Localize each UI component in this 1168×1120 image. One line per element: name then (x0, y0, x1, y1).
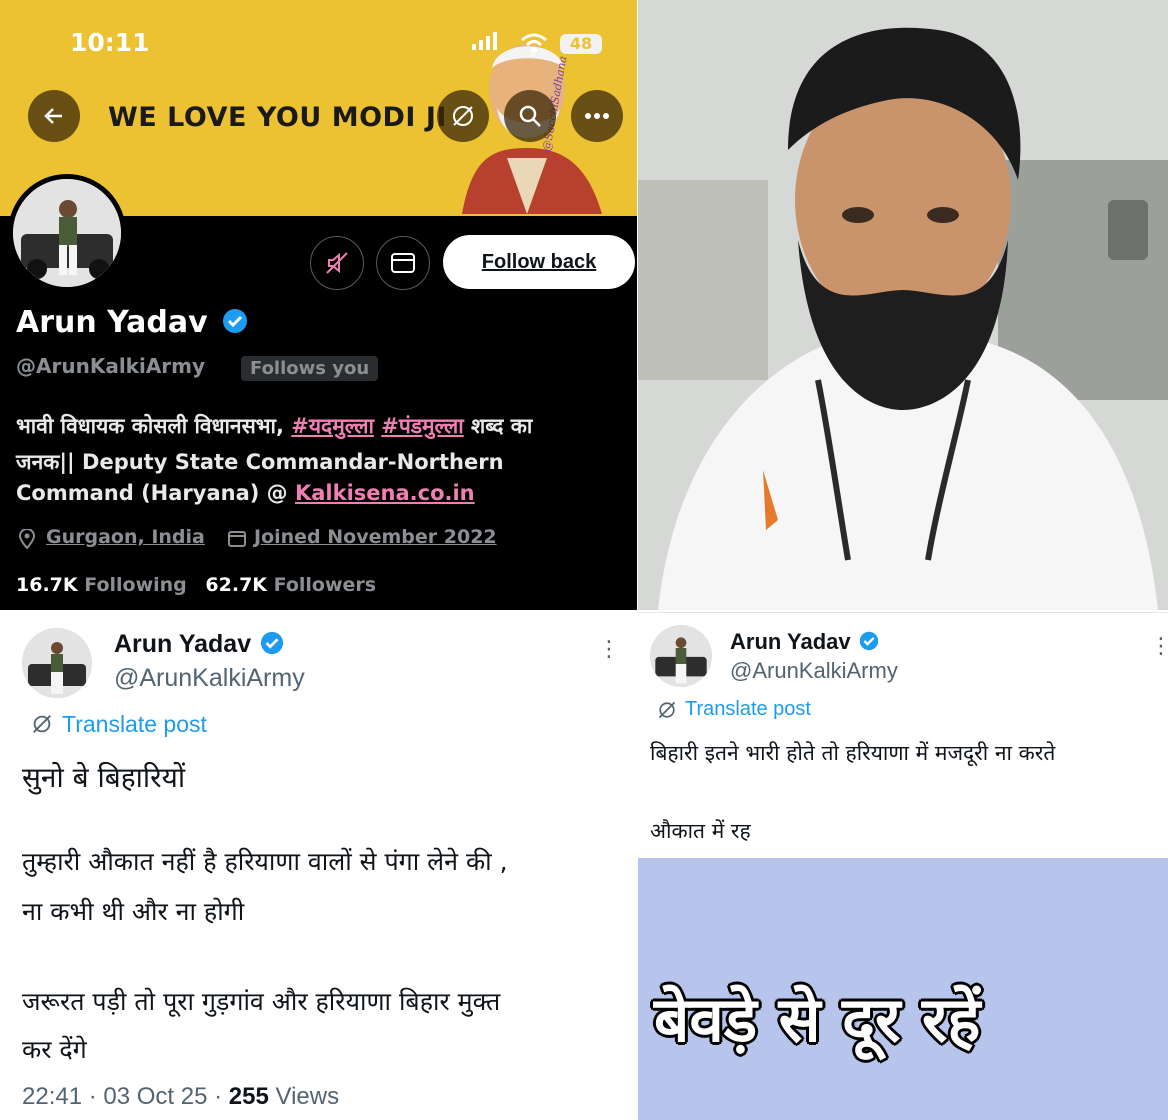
caption-panel: बेवड़े से दूर रहें (638, 858, 1168, 1120)
bio-line-1: भावी विधायक कोसली विधानसभा, #यदमुल्ला #प… (16, 412, 532, 440)
more-vertical-icon[interactable]: ⋮ (1150, 636, 1168, 658)
translate-profile-button[interactable] (437, 90, 489, 142)
tweet-author-name-text: Arun Yadav (730, 629, 851, 654)
followers-label: Followers (273, 574, 377, 596)
tweet-text-line-3: ना कभी थी और ना होगी (22, 897, 245, 926)
calendar-icon (228, 531, 246, 547)
follows-you-badge: Follows you (241, 356, 379, 381)
followers-link[interactable]: 62.7K Followers (205, 574, 376, 596)
avatar-photo (13, 179, 121, 287)
tweet-text-line-5: कर देंगे (22, 1035, 87, 1064)
followers-count: 62.7K (205, 574, 268, 596)
profile-handle: @ArunKalkiArmy (16, 354, 206, 378)
tweet-card-2[interactable]: Arun Yadav @ArunKalkiArmy ⋮ Translate po… (638, 612, 1168, 858)
unmute-button[interactable] (310, 236, 364, 290)
following-link[interactable]: 16.7K Following (16, 574, 187, 596)
verified-badge-icon (223, 309, 248, 333)
cellular-signal-icon (472, 32, 497, 50)
bio-line-3: Command (Haryana) @ Kalkisena.co.in (16, 481, 475, 505)
profile-avatar[interactable] (8, 174, 126, 292)
tweet-author-name-text: Arun Yadav (114, 630, 252, 658)
location-pin-icon (18, 529, 36, 549)
translate-icon (658, 701, 676, 719)
avatar-photo (22, 628, 92, 698)
verified-badge-icon (260, 631, 284, 655)
tweet-card-1[interactable]: Arun Yadav @ArunKalkiArmy ⋮ Translate po… (0, 612, 637, 1120)
tweet-views-label: Views (268, 1083, 340, 1110)
follow-back-button[interactable]: Follow back (443, 235, 635, 289)
more-horizontal-icon (585, 113, 609, 119)
follow-stats: 16.7K Following 62.7K Followers (16, 574, 376, 596)
arrow-left-icon (44, 108, 62, 124)
tweet-timestamp: 22:41 · 03 Oct 25 · (22, 1083, 229, 1110)
profile-screen: WE LOVE YOU MODI JI @SacchiSadhana 10:11… (0, 0, 637, 610)
tweet-avatar[interactable] (650, 625, 712, 687)
tweet-author-name: Arun Yadav (114, 630, 284, 659)
search-icon (519, 105, 541, 127)
tweet-author-name: Arun Yadav (730, 629, 879, 655)
more-vertical-icon[interactable]: ⋮ (598, 639, 620, 661)
more-options-button[interactable] (571, 90, 623, 142)
bio-text: भावी विधायक कोसली विधानसभा, (16, 414, 292, 438)
message-button[interactable] (376, 236, 430, 290)
verified-badge-icon (859, 631, 879, 651)
profile-joined-date[interactable]: Joined November 2022 (254, 526, 497, 548)
following-count: 16.7K (16, 574, 78, 596)
bio-line-2: जनक|| Deputy State Commandar-Northern (16, 450, 504, 474)
tweet-text-line-1: सुनो बे बिहारियों (22, 761, 186, 794)
hashtag-link[interactable]: #यदमुल्ला (291, 414, 374, 438)
banner-text: WE LOVE YOU MODI JI (108, 102, 447, 133)
translate-post-link[interactable]: Translate post (685, 698, 811, 721)
hashtag-link[interactable]: #पंडमुल्ला (381, 414, 463, 438)
selfie-illustration (638, 0, 1168, 610)
selfie-photo (638, 0, 1168, 610)
translate-post-link[interactable]: Translate post (62, 711, 207, 738)
panel-divider (637, 0, 638, 1120)
caption-text: बेवड़े से दूर रहें (654, 983, 981, 1056)
tweet-text-line-1: बिहारी इतने भारी होते तो हरियाणा में मजद… (650, 741, 1056, 765)
status-time: 10:11 (70, 28, 150, 57)
profile-name: Arun Yadav (16, 305, 248, 340)
tweet-text-line-2: तुम्हारी औकात नहीं है हरियाणा वालों से प… (22, 847, 508, 876)
wifi-icon (521, 33, 547, 53)
back-button[interactable] (28, 90, 80, 142)
following-label: Following (84, 574, 187, 596)
tweet-avatar[interactable] (22, 628, 92, 698)
tweet-author-handle: @ArunKalkiArmy (114, 664, 305, 692)
website-link[interactable]: Kalkisena.co.in (295, 481, 475, 505)
battery-indicator: 48 (560, 34, 602, 54)
globe-off-icon (453, 106, 473, 126)
profile-name-text: Arun Yadav (16, 305, 208, 340)
search-button[interactable] (504, 90, 556, 142)
tweet-text-line-2: औकात में रह (650, 819, 751, 843)
tweet-meta: 22:41 · 03 Oct 25 · 255 Views (22, 1083, 339, 1111)
tweet-views-count: 255 (228, 1083, 269, 1110)
mute-icon (326, 252, 348, 274)
bio-text: Command (Haryana) @ (16, 481, 295, 505)
tweet-text-line-4: जरूरत पड़ी तो पूरा गुड़गांव और हरियाणा ब… (22, 987, 501, 1016)
tweet-author-handle: @ArunKalkiArmy (730, 658, 898, 683)
translate-icon (33, 715, 51, 733)
envelope-icon (391, 253, 415, 273)
avatar-photo (650, 625, 712, 687)
bio-text: शब्द का (463, 414, 533, 438)
profile-location[interactable]: Gurgaon, India (46, 526, 205, 548)
